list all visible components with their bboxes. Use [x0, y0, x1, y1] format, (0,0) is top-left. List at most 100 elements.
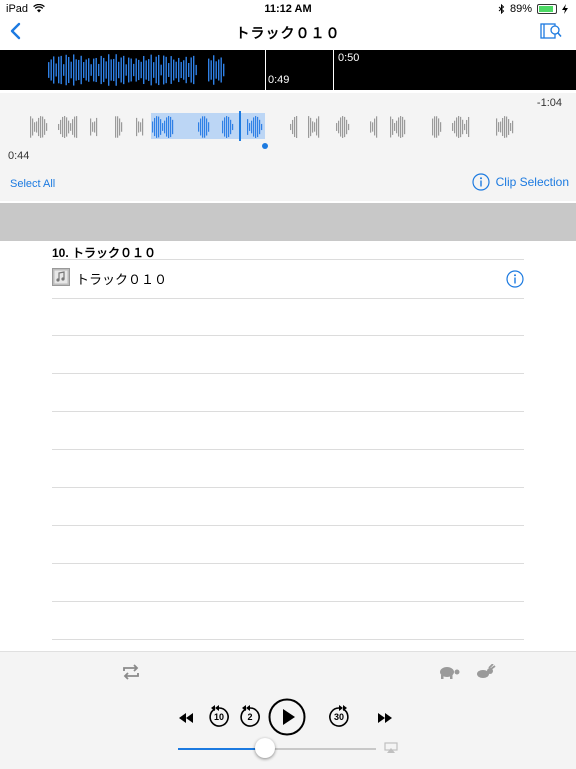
waveform-bar	[163, 55, 165, 85]
waveform-bar	[390, 116, 392, 138]
waveform-bar	[376, 116, 378, 138]
waveform-bar	[468, 116, 470, 138]
waveform-bar	[68, 120, 70, 134]
waveform-bar	[55, 63, 57, 77]
rabbit-icon[interactable]	[474, 664, 496, 680]
skip-back-10-button[interactable]: 10	[207, 705, 231, 729]
waveform-bar	[372, 122, 374, 132]
battery-percent: 89%	[509, 3, 532, 15]
clip-selection-label: Clip Selection	[495, 175, 569, 189]
waveform-bar	[168, 116, 170, 138]
waveform-bar	[178, 57, 180, 83]
waveform-bar	[168, 63, 170, 77]
waveform-bar	[113, 58, 115, 82]
waveform-bar	[346, 119, 348, 135]
clock: 11:12 AM	[264, 3, 312, 15]
waveform-bar	[95, 57, 97, 83]
waveform-bar	[434, 116, 436, 138]
waveform-bar	[404, 119, 406, 135]
waveform-bar	[336, 123, 338, 131]
waveform-bar	[154, 117, 156, 137]
progress-slider[interactable]	[178, 738, 376, 758]
playhead-time: 0:49	[268, 74, 290, 86]
waveform-bar	[135, 58, 137, 82]
skip-back-2-label: 2	[247, 712, 253, 722]
search-document-button[interactable]	[540, 21, 562, 46]
waveform-bar	[198, 122, 200, 132]
bluetooth-icon	[498, 4, 505, 14]
airplay-icon[interactable]	[384, 742, 398, 754]
waveform-bar	[294, 116, 296, 138]
waveform-bar	[150, 54, 152, 86]
waveform-bar	[173, 59, 175, 81]
track-row[interactable]: トラック０１０	[52, 259, 524, 299]
select-all-button[interactable]: Select All	[10, 178, 55, 190]
track-info-icon[interactable]	[506, 270, 524, 288]
selection-cursor[interactable]	[239, 111, 241, 141]
waveform-bar	[460, 116, 462, 138]
waveform-bar	[308, 116, 310, 138]
waveform-bar	[74, 116, 76, 138]
waveform-bar	[85, 59, 87, 81]
waveform-bar	[402, 116, 404, 138]
waveform-bar	[340, 117, 342, 137]
waveform-bar	[119, 118, 121, 136]
waveform-bar	[202, 116, 204, 138]
waveform-bar	[508, 119, 510, 135]
status-right: 89%	[498, 3, 568, 15]
fast-forward-icon[interactable]	[377, 712, 393, 724]
waveform-bar	[175, 61, 177, 79]
waveform-bar	[185, 56, 187, 84]
waveform-bar	[63, 64, 65, 76]
waveform-bar	[462, 119, 464, 135]
waveform-bar	[504, 116, 506, 138]
waveform-bar	[218, 59, 220, 81]
waveform-bar	[370, 121, 372, 133]
waveform-bar	[226, 116, 228, 138]
clip-selection-button[interactable]: Clip Selection	[472, 173, 569, 191]
waveform-bar	[394, 123, 396, 131]
waveform-bar	[158, 54, 160, 86]
waveform-bar	[210, 60, 212, 80]
waveform-bar	[314, 122, 316, 132]
waveform-bar	[172, 119, 174, 135]
skip-back-2-button[interactable]: 2	[238, 705, 262, 729]
current-time: 0:44	[8, 150, 30, 162]
waveform-bar	[48, 62, 50, 78]
waveform-bar	[253, 117, 255, 137]
waveform-bar	[296, 116, 298, 138]
waveform-bar	[148, 59, 150, 81]
waveform-bar	[316, 118, 318, 136]
waveform-bar	[94, 121, 96, 133]
waveform-bar	[76, 116, 78, 138]
waveform-bar	[125, 64, 127, 76]
waveform-bar	[438, 118, 440, 136]
repeat-icon[interactable]	[121, 664, 141, 680]
empty-row	[52, 336, 524, 374]
selection-handle[interactable]	[262, 143, 268, 149]
waveform-detail[interactable]: -1:04 0:44 Select All Clip Selection	[0, 93, 576, 201]
turtle-icon[interactable]	[437, 664, 461, 680]
waveform-bar	[73, 54, 75, 86]
playhead-line[interactable]	[265, 50, 266, 90]
waveform-bar	[133, 63, 135, 77]
rewind-icon[interactable]	[178, 712, 194, 724]
waveform-overview[interactable]: 0:49 0:50	[0, 50, 576, 90]
track-list[interactable]: 10. トラック０１０ トラック０１０	[0, 241, 576, 651]
progress-knob[interactable]	[255, 738, 276, 758]
skip-forward-30-button[interactable]: 30	[327, 705, 351, 729]
empty-row	[52, 488, 524, 526]
waveform-bar	[183, 60, 185, 80]
detail-waveform	[30, 116, 514, 138]
waveform-bar	[204, 116, 206, 138]
waveform-bar	[117, 116, 119, 138]
waveform-bar	[46, 123, 48, 131]
waveform-bar	[432, 118, 434, 136]
waveform-bar	[70, 123, 72, 131]
waveform-bar	[230, 119, 232, 135]
waveform-bar	[121, 122, 123, 132]
waveform-bar	[115, 54, 117, 86]
waveform-bar	[130, 58, 132, 82]
play-button[interactable]	[268, 698, 306, 736]
info-icon	[472, 173, 490, 191]
